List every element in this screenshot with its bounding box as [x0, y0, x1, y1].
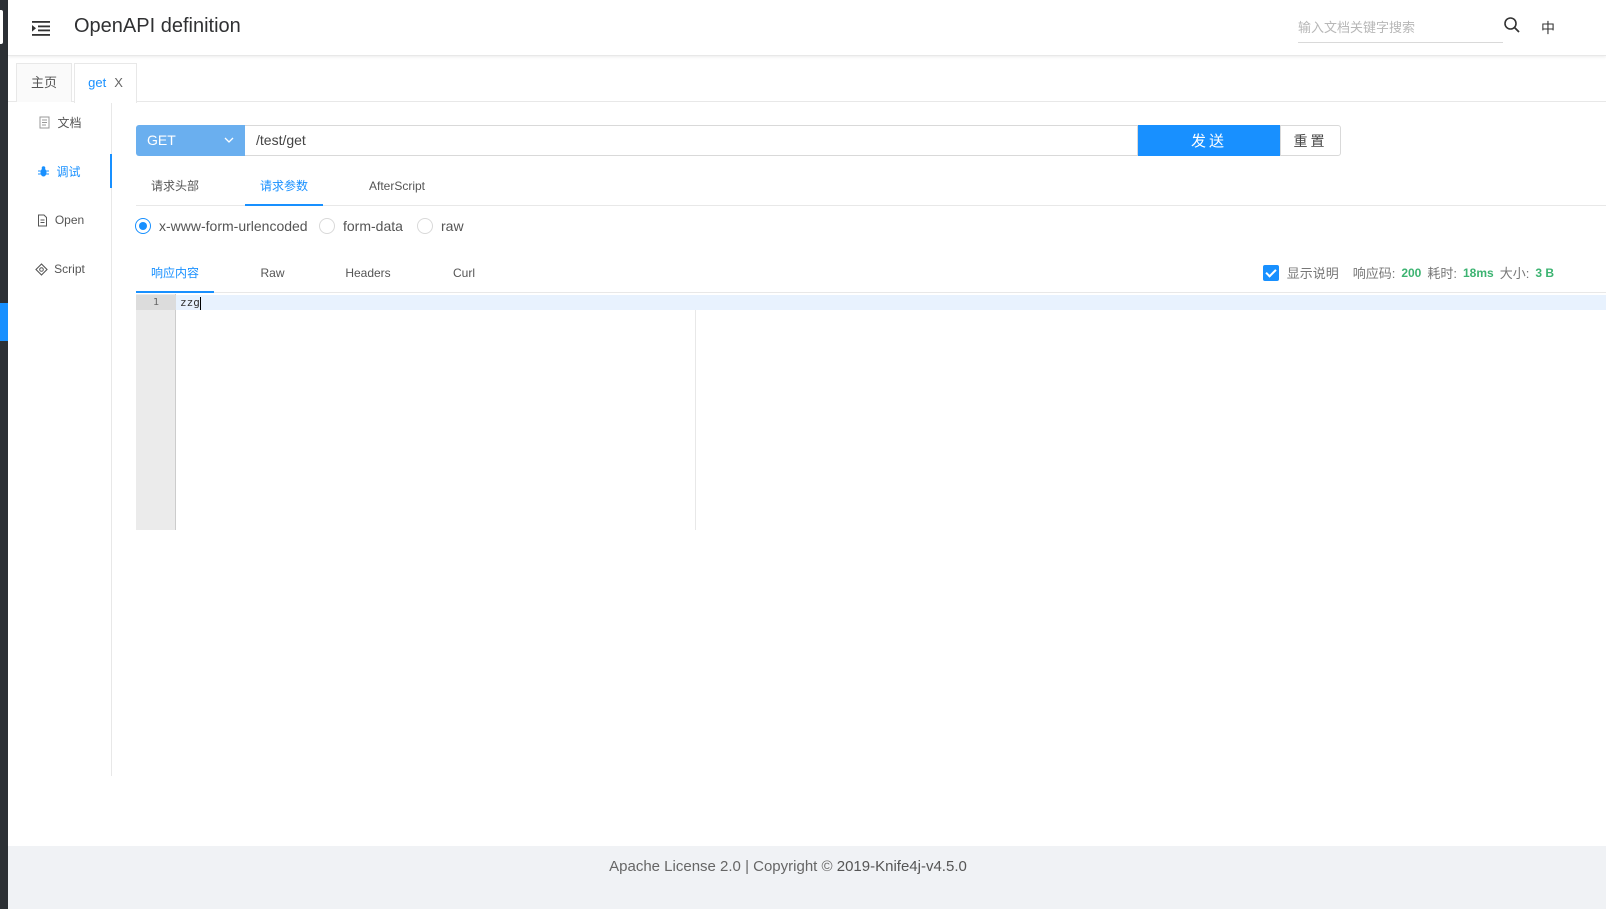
- footer-brand: 2019-Knife4j-v4.5.0: [832, 858, 967, 875]
- print-margin: [695, 310, 696, 530]
- sidebar-item-debug[interactable]: 调试: [8, 154, 112, 188]
- search-icon[interactable]: [1503, 16, 1521, 34]
- code-line: zzg: [180, 296, 200, 309]
- status-code-label: 响应码:: [1352, 266, 1396, 281]
- show-description-checkbox[interactable]: [1262, 264, 1279, 281]
- window-edge-strip: [0, 0, 8, 909]
- sidebar-item-script[interactable]: Script: [8, 252, 112, 286]
- tab-home-label: 主页: [30, 75, 57, 90]
- reset-button[interactable]: 重置: [1280, 125, 1341, 156]
- search-box: [1298, 14, 1503, 43]
- tab-get-label: get: [88, 75, 107, 90]
- copyright-icon: ©: [821, 858, 833, 875]
- tab-response-headers[interactable]: Headers: [332, 255, 404, 293]
- edge-indicator: [0, 10, 3, 44]
- tab-request-params[interactable]: 请求参数: [245, 168, 323, 206]
- tab-response-raw[interactable]: Raw: [245, 255, 300, 293]
- page-tabs-bar: 主页 get X: [8, 57, 1606, 103]
- tab-response-content[interactable]: 响应内容: [136, 255, 214, 293]
- method-select[interactable]: GET: [136, 125, 245, 156]
- duration-label: 耗时:: [1427, 266, 1457, 281]
- active-line-highlight: [176, 295, 1606, 310]
- radio-raw[interactable]: raw: [417, 217, 464, 235]
- sidebar-item-open[interactable]: Open: [8, 203, 112, 237]
- sidebar-item-label: 文档: [57, 115, 82, 130]
- footer-license: Apache License 2.0 | Copyright: [609, 858, 818, 875]
- request-tabs: 请求头部 请求参数 AfterScript: [136, 168, 1606, 206]
- tab-after-script[interactable]: AfterScript: [354, 168, 440, 206]
- duration-value: 18ms: [1462, 265, 1494, 280]
- radio-form-data[interactable]: form-data: [319, 217, 403, 235]
- tab-response-curl[interactable]: Curl: [439, 255, 489, 293]
- response-tabs: 响应内容 Raw Headers Curl 显示说明 响应码: 200 耗时: …: [136, 255, 1606, 293]
- url-input[interactable]: /test/get: [245, 125, 1138, 156]
- menu-fold-icon[interactable]: [30, 17, 52, 39]
- tab-request-headers[interactable]: 请求头部: [136, 168, 214, 206]
- editor-gutter: 1: [136, 294, 176, 530]
- file-icon: [37, 214, 47, 226]
- code-icon: [35, 262, 48, 276]
- tab-home[interactable]: 主页: [16, 63, 72, 102]
- radio-dot: [319, 218, 335, 234]
- bug-icon: [38, 165, 50, 176]
- response-meta: 显示说明 响应码: 200 耗时: 18ms 大小: 3 B: [1262, 263, 1554, 282]
- radio-dot: [135, 218, 151, 234]
- status-code-value: 200: [1401, 265, 1422, 280]
- footer: Apache License 2.0 | Copyright © 2019-Kn…: [8, 846, 1606, 909]
- chevron-down-icon: [224, 137, 234, 143]
- tab-get[interactable]: get X: [74, 63, 137, 103]
- sidebar-item-label: 调试: [56, 164, 81, 179]
- document-icon: [39, 116, 50, 128]
- send-button[interactable]: 发送: [1138, 125, 1280, 156]
- language-switch[interactable]: 中: [1541, 18, 1555, 38]
- radio-label: raw: [441, 218, 464, 234]
- edge-active-marker: [0, 303, 8, 341]
- response-editor[interactable]: 1 zzg: [136, 294, 1606, 530]
- editor-content[interactable]: zzg: [180, 295, 201, 310]
- show-description-label: 显示说明: [1286, 266, 1339, 281]
- radio-label: x-www-form-urlencoded: [159, 218, 308, 234]
- text-cursor: [199, 296, 201, 310]
- radio-label: form-data: [343, 218, 403, 234]
- sidebar-item-label: Open: [54, 213, 85, 227]
- footer-text: Apache License 2.0 | Copyright © 2019-Kn…: [8, 858, 1568, 875]
- size-value: 3 B: [1535, 265, 1554, 280]
- sidebar-item-docs[interactable]: 文档: [8, 105, 112, 139]
- radio-urlencoded[interactable]: x-www-form-urlencoded: [135, 217, 308, 235]
- sidebar-item-label: Script: [54, 262, 85, 276]
- method-value: GET: [147, 132, 176, 148]
- radio-dot: [417, 218, 433, 234]
- doc-side-nav: 文档 调试 Open Script: [8, 103, 112, 776]
- app-title: OpenAPI definition: [74, 15, 241, 37]
- top-header: OpenAPI definition 中: [8, 0, 1606, 56]
- size-label: 大小:: [1499, 266, 1530, 281]
- close-icon[interactable]: X: [114, 75, 123, 90]
- search-input[interactable]: [1298, 14, 1503, 40]
- line-number: 1: [136, 295, 176, 310]
